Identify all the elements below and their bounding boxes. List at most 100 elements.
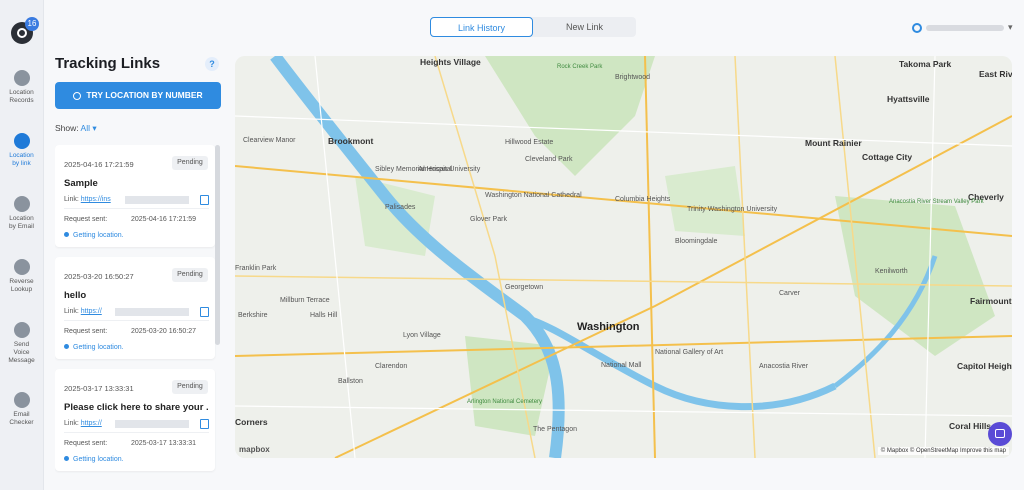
link-row: Link: https://: [64, 308, 102, 315]
map-label: Brightwood: [615, 74, 651, 81]
tab-link-history[interactable]: Link History: [430, 17, 533, 37]
link-label: Link:: [64, 420, 79, 427]
user-name-redacted: [926, 24, 1004, 31]
copy-icon[interactable]: [200, 419, 209, 429]
map-label: Hillwood Estate: [505, 139, 554, 146]
map-label: Washington National Cathedral: [485, 192, 582, 199]
request-sent-label: Request sent:: [64, 328, 108, 335]
map-label: Ballston: [338, 378, 363, 385]
map-label: Anacostia River: [759, 363, 809, 370]
nav-location-records[interactable]: Location Records: [0, 70, 43, 105]
map-label: Clearview Manor: [243, 137, 296, 144]
nav-label: Send: [13, 341, 30, 348]
map-attribution[interactable]: © Mapbox © OpenStreetMap Improve this ma…: [877, 447, 1009, 455]
map-label: Anacostia River Stream Valley Park: [889, 199, 984, 205]
geo-status: Getting location.: [64, 344, 124, 351]
user-menu[interactable]: ▾: [912, 22, 1013, 34]
map-label: Rock Creek Park: [557, 64, 603, 70]
list-item[interactable]: 2025-04-16 17:21:59 Pending Sample Link:…: [55, 145, 215, 247]
link-label: Link:: [64, 196, 79, 203]
map-label: Capitol Heights: [957, 361, 1012, 371]
tab-new-link[interactable]: New Link: [533, 17, 636, 37]
envelope-icon: [13, 392, 30, 408]
location-pin-icon: [64, 456, 69, 461]
location-pin-icon: [64, 344, 69, 349]
map-label: Clarendon: [375, 363, 408, 370]
map-label: Glover Park: [470, 216, 507, 223]
link-url[interactable]: https://: [81, 420, 102, 427]
list-item[interactable]: 2025-03-17 13:33:31 Pending Please click…: [55, 369, 215, 471]
map-view[interactable]: Heights Village Rock Creek Park Brightwo…: [235, 56, 1012, 458]
search-icon: [73, 91, 82, 100]
request-sent-time: 2025-03-17 13:33:31: [131, 440, 196, 447]
map-label: Columbia Heights: [615, 196, 671, 203]
copy-icon[interactable]: [200, 195, 209, 205]
list-scrollbar[interactable]: [215, 145, 220, 345]
page-title: Tracking Links: [55, 55, 161, 72]
map-label: Coral Hills: [949, 421, 992, 431]
map-label: Arlington National Cemetery: [467, 399, 543, 405]
map-label: Takoma Park: [899, 59, 952, 69]
map-label: Lyon Village: [403, 332, 441, 339]
status-badge: Pending: [172, 380, 208, 394]
nav-label: Reverse: [9, 278, 34, 285]
map-label: Hyattsville: [887, 94, 930, 104]
link-row: Link: https://ins: [64, 196, 111, 203]
divider: [64, 208, 209, 209]
nav-label: Lookup: [10, 286, 33, 293]
tracking-links-panel: Tracking Links ? TRY LOCATION BY NUMBER …: [43, 45, 230, 490]
map-label: Halls Hill: [310, 312, 338, 319]
geo-status-text: Getting location.: [73, 344, 124, 351]
links-list: 2025-04-16 17:21:59 Pending Sample Link:…: [55, 145, 223, 490]
link-url[interactable]: https://: [81, 308, 102, 315]
try-location-by-number-button[interactable]: TRY LOCATION BY NUMBER: [55, 82, 221, 109]
map-label: Corners: [235, 417, 268, 427]
chat-support-button[interactable]: [988, 422, 1012, 446]
show-filter[interactable]: Show: All ▾: [55, 123, 97, 134]
nav-reverse-lookup[interactable]: Reverse Lookup: [0, 259, 43, 294]
map-label: Fairmount Heights: [970, 296, 1012, 306]
nav-send-voice-message[interactable]: Send Voice Message: [0, 322, 43, 365]
nav-label: Location: [9, 89, 34, 96]
nav-location-by-link[interactable]: Location by link: [0, 133, 43, 168]
geo-status: Getting location.: [64, 456, 124, 463]
link-label: Link:: [64, 308, 79, 315]
link-name: hello: [64, 290, 87, 301]
nav-label: Email: [13, 411, 30, 418]
email-icon: [13, 196, 30, 212]
copy-icon[interactable]: [200, 307, 209, 317]
map-city-label: Washington: [577, 321, 640, 333]
created-time: 2025-03-17 13:33:31: [64, 384, 134, 393]
map-label: Berkshire: [238, 312, 268, 319]
map-label: Millburn Terrace: [280, 297, 330, 304]
map-label: National Gallery of Art: [655, 349, 724, 356]
divider: [64, 320, 209, 321]
mapbox-logo: mapbox: [239, 445, 270, 454]
geo-status: Getting location.: [64, 232, 124, 239]
nav-email-checker[interactable]: Email Checker: [0, 392, 43, 427]
location-pin-icon: [64, 232, 69, 237]
link-redacted: [115, 308, 189, 316]
map-label: The Pentagon: [533, 426, 577, 433]
list-item[interactable]: 2025-03-20 16:50:27 Pending hello Link: …: [55, 257, 215, 359]
help-icon[interactable]: ?: [205, 57, 219, 71]
status-badge: Pending: [172, 156, 208, 170]
nav-label: Records: [9, 97, 34, 104]
nav-label: Location: [9, 152, 34, 159]
map-label: Brookmont: [328, 136, 374, 146]
created-time: 2025-04-16 17:21:59: [64, 160, 134, 169]
chevron-down-icon: ▾: [92, 123, 97, 133]
map-canvas: [235, 56, 1012, 458]
notification-badge: 16: [25, 17, 39, 31]
nav-label: Location: [9, 215, 34, 222]
left-rail: 16 Location Records Location by link Loc…: [0, 0, 44, 490]
link-row: Link: https://: [64, 420, 102, 427]
link-url[interactable]: https://ins: [81, 196, 111, 203]
nav-label: by link: [12, 160, 31, 167]
geo-status-text: Getting location.: [73, 456, 124, 463]
nav-location-by-email[interactable]: Location by Email: [0, 196, 43, 231]
view-tabs: Link History New Link: [430, 17, 636, 37]
map-label: American University: [418, 166, 481, 173]
map-label: National Mall: [601, 362, 642, 369]
link-redacted: [125, 196, 189, 204]
